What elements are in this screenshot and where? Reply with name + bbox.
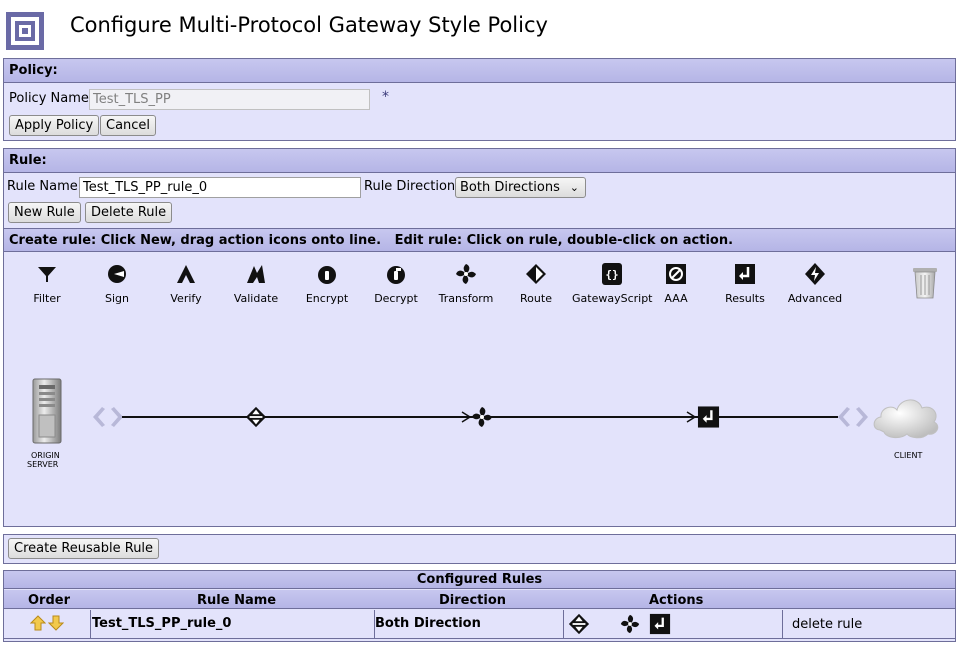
direction-cell: Both Direction <box>374 610 564 639</box>
client-label: CLIENT <box>894 451 923 460</box>
rule-name-label: Rule Name: <box>7 179 83 194</box>
header-order: Order <box>28 593 70 608</box>
palette-aaa-label: AAA <box>664 292 688 305</box>
left-endpoint-icon <box>93 407 123 427</box>
palette-sign[interactable]: Sign <box>79 262 155 305</box>
delete-rule-link[interactable]: delete rule <box>792 617 862 632</box>
palette-route-label: Route <box>520 292 552 305</box>
palette-advanced-label: Advanced <box>787 292 843 305</box>
chevron-down-icon: ⌄ <box>569 181 579 194</box>
palette-advanced[interactable]: Advanced <box>777 262 853 305</box>
palette-verify[interactable]: Verify <box>148 262 224 305</box>
rule-action-transform-icon[interactable] <box>470 405 494 429</box>
origin-server-icon <box>32 378 62 444</box>
palette-decrypt[interactable]: Decrypt <box>358 262 434 305</box>
palette-sign-label: Sign <box>105 292 129 305</box>
configured-rules-table: Configured Rules Order Rule Name Directi… <box>3 570 956 642</box>
row-action-route-icon[interactable] <box>568 613 590 635</box>
palette-transform[interactable]: Transform <box>428 262 504 305</box>
rule-action-route-icon[interactable] <box>245 405 267 429</box>
header-actions: Actions <box>649 593 704 608</box>
palette-validate-label: Validate <box>233 292 279 305</box>
rule-direction-select[interactable]: Both Directions ⌄ <box>455 177 586 198</box>
origin-label-2: SERVER <box>27 460 59 469</box>
required-marker: * <box>382 89 389 105</box>
rule-instructions: Create rule: Click New, drag action icon… <box>4 228 955 252</box>
rule-panel: Rule: Rule Name: Test_TLS_PP_rule_0 Rule… <box>3 148 956 527</box>
origin-label-1: ORIGIN <box>31 451 60 460</box>
palette-route[interactable]: Route <box>498 262 574 305</box>
rule-direction-label: Rule Direction: <box>364 179 460 194</box>
line-arrow-icon <box>686 411 696 423</box>
decrypt-icon <box>387 266 405 284</box>
palette-decrypt-label: Decrypt <box>374 292 418 305</box>
filter-icon <box>38 267 56 282</box>
rule-name-field[interactable]: Test_TLS_PP_rule_0 <box>79 177 361 198</box>
rule-direction-value: Both Directions <box>460 180 560 195</box>
aaa-icon <box>666 264 686 284</box>
app-logo-icon <box>6 12 44 50</box>
move-down-arrow-icon[interactable] <box>48 615 64 631</box>
trash-icon[interactable] <box>912 266 938 300</box>
row-action-results-icon[interactable] <box>649 613 671 635</box>
header-rule-name: Rule Name <box>197 593 277 608</box>
palette-filter[interactable]: Filter <box>9 262 85 305</box>
rule-name-cell[interactable]: Test_TLS_PP_rule_0 <box>90 610 375 639</box>
policy-name-field[interactable]: Test_TLS_PP <box>89 89 370 110</box>
gatewayscript-icon: {} <box>602 263 622 285</box>
palette-encrypt[interactable]: Encrypt <box>289 262 365 305</box>
move-up-arrow-icon[interactable] <box>30 615 46 631</box>
palette-encrypt-label: Encrypt <box>305 292 349 305</box>
route-icon <box>526 264 546 284</box>
policy-panel: Policy: Policy Name: Test_TLS_PP * Apply… <box>3 58 956 141</box>
validate-icon <box>247 265 265 283</box>
sign-icon <box>108 265 126 283</box>
palette-transform-label: Transform <box>438 292 494 305</box>
policy-section-title: Policy: <box>4 59 955 83</box>
apply-policy-button[interactable]: Apply Policy <box>9 115 100 136</box>
palette-validate[interactable]: Validate <box>218 262 294 305</box>
results-icon <box>735 264 755 284</box>
palette-verify-label: Verify <box>170 292 202 305</box>
header-direction: Direction <box>439 593 507 608</box>
client-cloud-icon <box>873 399 939 439</box>
cancel-button[interactable]: Cancel <box>100 115 157 136</box>
palette-results[interactable]: Results <box>707 262 783 305</box>
table-row[interactable]: Test_TLS_PP_rule_0 Both Direction delete… <box>4 610 955 639</box>
advanced-icon <box>805 263 825 285</box>
row-action-transform-icon[interactable] <box>619 613 641 635</box>
rule-section-title: Rule: <box>4 149 955 173</box>
page-title: Configure Multi-Protocol Gateway Style P… <box>70 13 548 37</box>
verify-icon <box>177 265 195 283</box>
new-rule-button[interactable]: New Rule <box>8 202 81 223</box>
configured-rules-title: Configured Rules <box>4 571 955 589</box>
policy-name-label: Policy Name: <box>9 91 94 106</box>
palette-aaa[interactable]: AAA <box>638 262 714 305</box>
transform-icon <box>456 264 476 284</box>
reusable-panel: Create Reusable Rule <box>3 534 956 564</box>
palette-results-label: Results <box>725 292 765 305</box>
rule-action-results-icon[interactable] <box>697 405 720 429</box>
palette-filter-label: Filter <box>33 292 61 305</box>
encrypt-icon <box>318 266 336 284</box>
delete-rule-button[interactable]: Delete Rule <box>85 202 173 223</box>
svg-text:{}: {} <box>605 268 618 281</box>
right-endpoint-icon <box>838 407 868 427</box>
actions-cell-divider <box>782 610 783 639</box>
create-reusable-rule-button[interactable]: Create Reusable Rule <box>8 538 160 559</box>
